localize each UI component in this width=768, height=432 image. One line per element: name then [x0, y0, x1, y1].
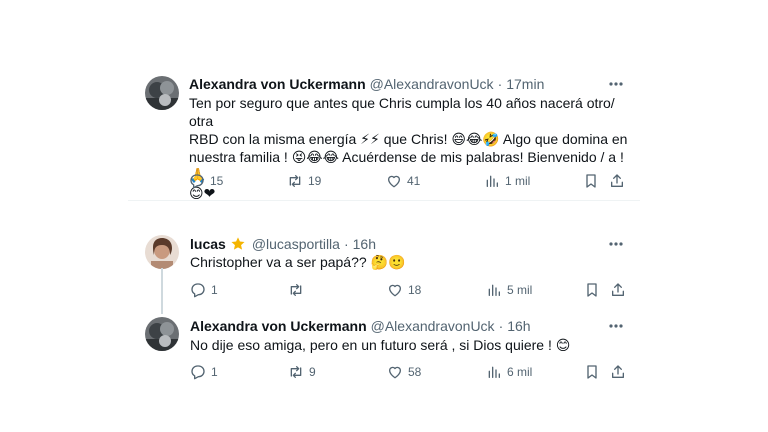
action-bar: 15 19 41 1 mil [0, 172, 768, 190]
share-button[interactable] [610, 281, 626, 299]
timestamp[interactable]: 16h [507, 317, 530, 335]
author-handle[interactable]: @lucasportilla [252, 235, 340, 253]
reply-icon [190, 364, 206, 380]
more-icon[interactable] [607, 317, 625, 335]
author-handle[interactable]: @AlexandravonUck [370, 75, 494, 93]
reply-button[interactable]: 15 [189, 172, 223, 190]
separator-dot: · [497, 76, 503, 92]
views-count: 5 mil [507, 283, 533, 297]
avatar[interactable] [145, 76, 179, 110]
like-count: 18 [408, 283, 422, 297]
tweet-text-line: RBD con la misma energía ⚡⚡ que Chris! 😄… [189, 131, 628, 147]
star-badge-icon [230, 236, 246, 252]
retweet-count: 19 [308, 174, 322, 188]
reply-count: 1 [211, 283, 218, 297]
tweet[interactable]: Alexandra von Uckermann @AlexandravonUck… [0, 310, 768, 410]
share-button[interactable] [609, 172, 625, 190]
timestamp[interactable]: 17min [506, 75, 544, 93]
tweet-header: Alexandra von Uckermann @AlexandravonUck… [189, 75, 544, 93]
action-bar: 1 9 58 6 mil [0, 363, 768, 381]
retweet-icon [287, 173, 303, 189]
reply-button[interactable]: 1 [190, 363, 218, 381]
views-button[interactable]: 5 mil [486, 281, 532, 299]
views-icon [484, 173, 500, 189]
avatar[interactable] [145, 235, 179, 269]
reply-icon [189, 173, 205, 189]
tweet[interactable]: Alexandra von Uckermann @AlexandravonUck… [0, 0, 768, 201]
like-button[interactable]: 58 [387, 363, 421, 381]
retweet-icon [288, 364, 304, 380]
retweet-button[interactable] [288, 281, 309, 299]
reply-count: 1 [211, 365, 218, 379]
retweet-button[interactable]: 19 [287, 172, 321, 190]
retweet-button[interactable]: 9 [288, 363, 316, 381]
retweet-icon [288, 282, 304, 298]
tweet-header: lucas @lucasportilla · 16h [190, 235, 376, 253]
views-button[interactable]: 1 mil [484, 172, 530, 190]
views-button[interactable]: 6 mil [486, 363, 532, 381]
more-icon[interactable] [607, 235, 625, 253]
separator-dot: · [343, 236, 349, 252]
author-name[interactable]: Alexandra von Uckermann [189, 75, 366, 93]
like-count: 58 [408, 365, 422, 379]
retweet-count: 9 [309, 365, 316, 379]
share-button[interactable] [610, 363, 626, 381]
share-icon [610, 364, 626, 380]
tweet-text: No dije eso amiga, pero en un futuro ser… [190, 336, 630, 354]
bookmark-button[interactable] [583, 172, 599, 190]
like-button[interactable]: 41 [386, 172, 420, 190]
views-count: 6 mil [507, 365, 533, 379]
reply-count: 15 [210, 174, 224, 188]
heart-icon [387, 282, 403, 298]
reply-icon [190, 282, 206, 298]
views-count: 1 mil [505, 174, 531, 188]
share-icon [609, 173, 625, 189]
more-icon[interactable] [607, 75, 625, 93]
bookmark-icon [583, 173, 599, 189]
thread-connector [161, 268, 163, 314]
views-icon [486, 282, 502, 298]
tweet[interactable]: lucas @lucasportilla · 16h Christopher v… [0, 200, 768, 310]
share-icon [610, 282, 626, 298]
action-bar: 1 18 5 mil [0, 281, 768, 299]
avatar[interactable] [145, 317, 179, 351]
bookmark-button[interactable] [584, 363, 600, 381]
author-name[interactable]: Alexandra von Uckermann [190, 317, 367, 335]
like-count: 41 [407, 174, 421, 188]
tweet-text-line: No dije eso amiga, pero en un futuro ser… [190, 337, 571, 353]
tweet-text-line: Christopher va a ser papá?? 🤔🙂 [190, 254, 406, 270]
like-button[interactable]: 18 [387, 281, 421, 299]
tweet-text-line: Ten por seguro que antes que Chris cumpl… [189, 95, 615, 129]
separator-dot: · [498, 318, 504, 334]
heart-icon [387, 364, 403, 380]
bookmark-icon [584, 282, 600, 298]
views-icon [486, 364, 502, 380]
author-name[interactable]: lucas [190, 235, 226, 253]
author-handle[interactable]: @AlexandravonUck [371, 317, 495, 335]
bookmark-icon [584, 364, 600, 380]
reply-button[interactable]: 1 [190, 281, 218, 299]
timestamp[interactable]: 16h [353, 235, 376, 253]
bookmark-button[interactable] [584, 281, 600, 299]
tweet-text: Christopher va a ser papá?? 🤔🙂 [190, 253, 630, 271]
heart-icon [386, 173, 402, 189]
tweet-header: Alexandra von Uckermann @AlexandravonUck… [190, 317, 531, 335]
